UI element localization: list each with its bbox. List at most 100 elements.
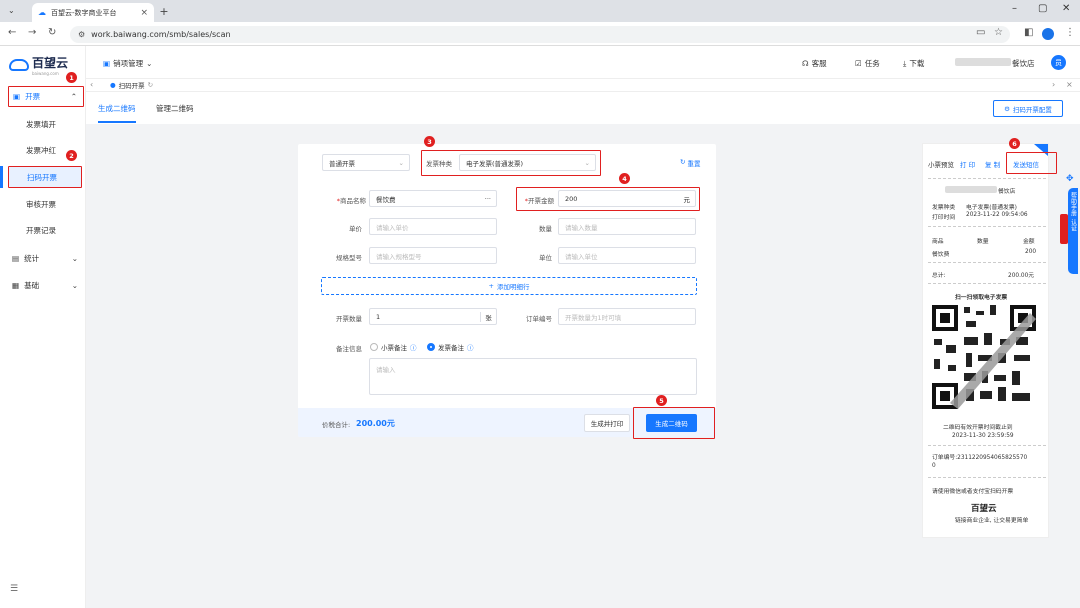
product-name-input[interactable]: 餐饮费 ··· bbox=[369, 190, 497, 207]
chevron-down-icon: ⌄ bbox=[584, 158, 590, 167]
settings-icon: ⚙ bbox=[1004, 104, 1010, 113]
browser-menu-icon[interactable]: ⋮ bbox=[1065, 27, 1075, 38]
customer-service-button[interactable]: ☊ 客服 bbox=[802, 58, 827, 69]
tab-list-icon[interactable]: ⌄ bbox=[8, 6, 15, 15]
spec-input[interactable]: 请输入规格型号 bbox=[369, 247, 497, 264]
close-tab-icon[interactable]: × bbox=[140, 8, 148, 18]
profile-icon[interactable] bbox=[1042, 28, 1054, 40]
tabs-left-arrow[interactable]: ‹ bbox=[90, 80, 93, 89]
chevron-down-icon: ⌄ bbox=[146, 59, 153, 68]
basic-icon: ▦ bbox=[12, 280, 20, 290]
address-bar[interactable]: ⚙ work.baiwang.com/smb/sales/scan bbox=[70, 26, 1010, 43]
annotation-badge-2: 2 bbox=[66, 150, 77, 161]
site-info-icon[interactable]: ⚙ bbox=[78, 30, 85, 39]
unit-input[interactable]: 请输入单位 bbox=[558, 247, 696, 264]
browser-tab[interactable]: ☁ 百望云-数字商业平台 × bbox=[32, 3, 154, 22]
shop-name[interactable]: 餐饮店 bbox=[1012, 58, 1035, 69]
quantity-input[interactable]: 请输入数量 bbox=[558, 218, 696, 235]
sidebar-group-basic[interactable]: ▦ 基础 ⌄ bbox=[8, 275, 84, 295]
receipt-item-amount: 200 bbox=[1025, 249, 1037, 255]
remark-textarea[interactable]: 请输入 bbox=[369, 358, 697, 395]
collapse-menu-icon[interactable]: ☰ bbox=[10, 584, 18, 594]
reload-icon[interactable]: ↻ bbox=[48, 27, 56, 38]
close-window-button[interactable]: ✕ bbox=[1062, 3, 1070, 14]
sidebar-group-invoice[interactable]: ▣ 开票 ⌃ bbox=[8, 86, 84, 107]
download-button[interactable]: ⤓ 下载 bbox=[903, 58, 924, 69]
shop-name-blur bbox=[945, 186, 997, 193]
sidebar-item-review[interactable]: 审核开票 bbox=[8, 194, 82, 214]
scan-config-label: 扫码开票配置 bbox=[1012, 105, 1052, 114]
tabs-right-arrow[interactable]: › bbox=[1052, 80, 1055, 89]
spec-label: 规格型号 bbox=[336, 254, 362, 262]
product-name-value: 餐饮费 bbox=[376, 195, 396, 204]
receipt-item-name: 餐饮费 bbox=[932, 252, 950, 258]
unit-label: 单位 bbox=[539, 254, 552, 262]
invoice-type-select[interactable]: 电子发票(普通发票) ⌄ bbox=[459, 154, 596, 171]
sidebar-item-scan-invoice[interactable]: 扫码开票 bbox=[8, 166, 82, 188]
chevron-up-icon: ⌃ bbox=[70, 92, 77, 101]
page-tab-scan[interactable]: ● 扫码开票 ↻ bbox=[110, 80, 153, 90]
sidebar-item-records[interactable]: 开票记录 bbox=[8, 220, 82, 240]
radio-checked[interactable] bbox=[427, 343, 435, 351]
more-icon[interactable]: ··· bbox=[485, 195, 491, 203]
tab-manage-qr[interactable]: 管理二维码 bbox=[156, 103, 194, 114]
qr-code-icon bbox=[932, 305, 1036, 409]
minimize-button[interactable]: – bbox=[1012, 3, 1017, 14]
receipt-copy-button[interactable]: 复 制 bbox=[985, 159, 1000, 169]
drag-handle-icon[interactable]: ✥ bbox=[1066, 174, 1074, 184]
sidebar-group-basic-label: 基础 bbox=[24, 280, 40, 290]
receipt-preview-title: 小票预览 bbox=[928, 161, 954, 169]
restore-button[interactable]: ▢ bbox=[1038, 3, 1047, 14]
add-row-button[interactable]: + 添加明细行 bbox=[321, 277, 697, 295]
tasks-button[interactable]: ☑ 任务 bbox=[855, 58, 880, 69]
receipt-print-button[interactable]: 打 印 bbox=[960, 159, 975, 169]
receipt-hint: 请使用微信或者支付宝扫码开票 bbox=[932, 489, 1014, 495]
generate-qr-button[interactable]: 生成二维码 bbox=[646, 414, 697, 432]
sidebar-group-invoice-label: 开票 bbox=[25, 92, 41, 101]
amount-input[interactable]: 200 元 bbox=[558, 190, 696, 207]
cast-icon[interactable]: ▭ bbox=[976, 27, 985, 38]
forward-icon[interactable]: → bbox=[28, 27, 36, 38]
receipt-shop: 餐饮店 bbox=[998, 189, 1016, 195]
send-sms-button[interactable]: 发送短信 bbox=[1013, 159, 1039, 169]
invoice-kind-select[interactable]: 普通开票 ⌄ bbox=[322, 154, 410, 171]
remark-option-invoice[interactable]: 发票备注 ⓘ bbox=[427, 342, 474, 352]
bookmark-star-icon[interactable]: ☆ bbox=[994, 27, 1003, 38]
unit-price-input[interactable]: 请输入单价 bbox=[369, 218, 497, 235]
remark-option-receipt[interactable]: 小票备注 ⓘ bbox=[370, 342, 417, 352]
red-tag bbox=[1060, 214, 1068, 244]
new-tab-button[interactable]: + bbox=[157, 4, 171, 18]
invoice-icon: ▣ bbox=[13, 92, 21, 101]
user-avatar[interactable]: 员 bbox=[1051, 55, 1066, 70]
top-header bbox=[86, 46, 1080, 78]
receipt-type-label: 发票种类 bbox=[932, 205, 956, 211]
receipt-divider bbox=[928, 262, 1046, 263]
generate-print-button[interactable]: 生成并打印 bbox=[584, 414, 630, 432]
annotation-badge-1: 1 bbox=[66, 72, 77, 83]
tasks-label: 任务 bbox=[864, 59, 880, 68]
refresh-tab-icon[interactable]: ↻ bbox=[148, 81, 153, 89]
annotation-badge-3: 3 bbox=[424, 136, 435, 147]
tab-generate-qr[interactable]: 生成二维码 bbox=[98, 103, 136, 114]
side-panel-icon[interactable]: ◧ bbox=[1024, 27, 1033, 38]
reset-button[interactable]: ↻ 重置 bbox=[680, 158, 700, 168]
annotation-badge-4: 4 bbox=[619, 173, 630, 184]
invoice-count-input[interactable]: 1 张 bbox=[369, 308, 497, 325]
scan-config-button[interactable]: ⚙ 扫码开票配置 bbox=[993, 100, 1063, 117]
receipt-col-amount: 金额 bbox=[1023, 239, 1035, 245]
order-no-input[interactable]: 开票数量为1时可填 bbox=[558, 308, 696, 325]
help-float-widget[interactable]: 帮助手册 认证 bbox=[1068, 188, 1078, 274]
back-icon[interactable]: ← bbox=[8, 27, 16, 38]
qr-code bbox=[930, 303, 1038, 411]
receipt-col-qty: 数量 bbox=[977, 239, 989, 245]
project-switcher[interactable]: ▣ 销项管理 ⌄ bbox=[103, 58, 152, 69]
receipt-total-label: 总计: bbox=[932, 273, 946, 279]
product-name-label-text: 商品名称 bbox=[340, 197, 366, 205]
radio-unchecked[interactable] bbox=[370, 343, 378, 351]
help-manual-label: 帮助手册 bbox=[1069, 192, 1077, 216]
help-icon[interactable]: ⓘ bbox=[410, 342, 417, 352]
help-icon[interactable]: ⓘ bbox=[467, 342, 474, 352]
sidebar-item-issue[interactable]: 发票填开 bbox=[8, 114, 82, 134]
sidebar-group-stats[interactable]: ▤ 统计 ⌄ bbox=[8, 248, 84, 268]
close-all-tabs-icon[interactable]: × bbox=[1066, 80, 1073, 89]
